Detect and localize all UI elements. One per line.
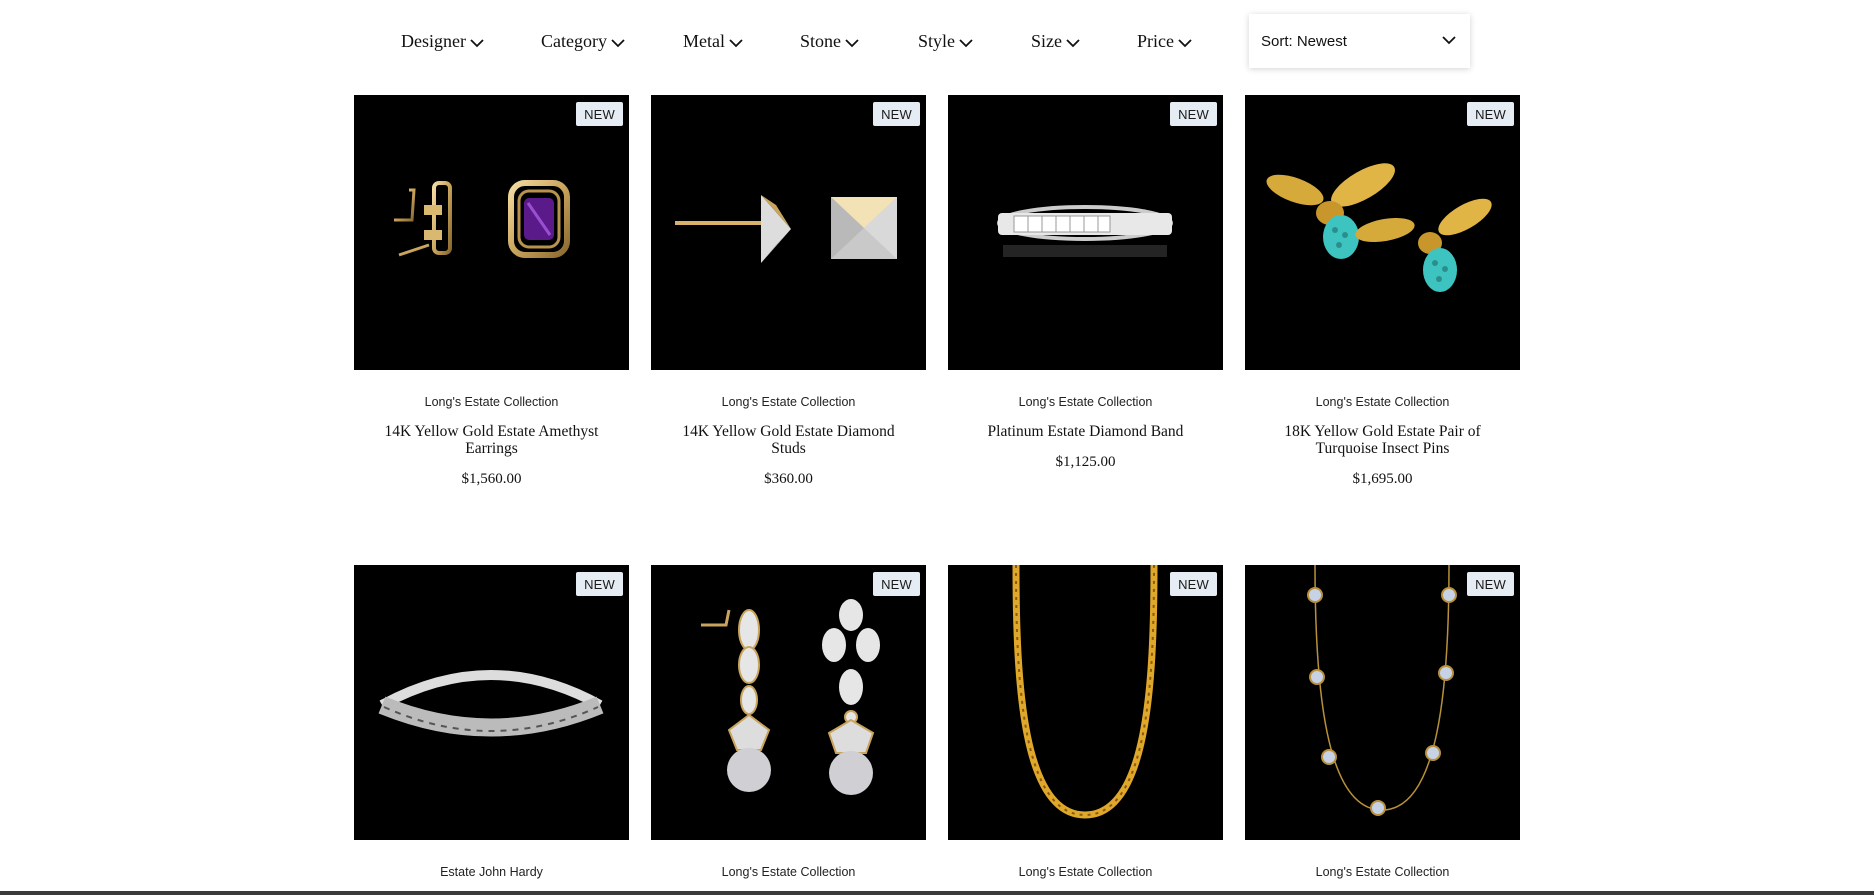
chevron-down-icon: [729, 32, 743, 53]
filter-style[interactable]: Style: [918, 14, 973, 68]
chevron-down-icon: [1442, 32, 1456, 50]
product-image-diamond-studs[interactable]: NEW: [651, 95, 926, 370]
chevron-down-icon: [845, 32, 859, 53]
new-badge: NEW: [576, 572, 623, 596]
product-listing-page: Designer Category Metal Stone Style Size…: [0, 0, 1874, 895]
product-image-pearl-drop-earrings[interactable]: NEW: [651, 565, 926, 840]
product-image-turquoise-insect-pins[interactable]: NEW: [1245, 95, 1520, 370]
product-card[interactable]: NEW Long's Estate Collection 14K Yellow …: [651, 95, 926, 488]
product-title[interactable]: Platinum Estate Diamond Band: [971, 423, 1201, 440]
filter-bar: Designer Category Metal Stone Style Size…: [0, 14, 1874, 68]
product-designer: Long's Estate Collection: [1315, 395, 1450, 409]
filter-designer-label: Designer: [401, 30, 466, 51]
product-image-gold-rope-chain[interactable]: NEW: [948, 565, 1223, 840]
sort-label: Sort: Newest: [1261, 32, 1347, 50]
product-designer: Long's Estate Collection: [721, 395, 856, 409]
product-title[interactable]: 18K Yellow Gold Estate Pair of Turquoise…: [1268, 423, 1498, 457]
new-badge: NEW: [576, 102, 623, 126]
product-designer: Long's Estate Collection: [721, 865, 856, 879]
new-badge: NEW: [1467, 102, 1514, 126]
sort-dropdown[interactable]: Sort: Newest: [1249, 14, 1470, 68]
product-designer: Long's Estate Collection: [424, 395, 559, 409]
filter-stone-label: Stone: [800, 30, 842, 51]
chevron-down-icon: [959, 32, 973, 53]
product-price: $1,695.00: [1352, 471, 1413, 487]
new-badge: NEW: [1170, 572, 1217, 596]
filter-size[interactable]: Size: [1031, 14, 1080, 68]
product-title[interactable]: 14K Yellow Gold Estate Diamond Studs: [674, 423, 904, 457]
filter-designer[interactable]: Designer: [401, 14, 484, 68]
product-designer: Long's Estate Collection: [1315, 865, 1450, 879]
filter-metal-label: Metal: [683, 30, 725, 51]
filter-stone[interactable]: Stone: [800, 14, 859, 68]
filter-category-label: Category: [541, 30, 607, 51]
product-card[interactable]: NEW Estate John Hardy: [354, 565, 629, 879]
filter-price[interactable]: Price: [1137, 14, 1192, 68]
filter-category[interactable]: Category: [541, 14, 625, 68]
product-price: $1,560.00: [461, 471, 522, 487]
product-card[interactable]: NEW Long's Estate Collection: [1245, 565, 1520, 879]
product-card[interactable]: NEW Long's Estate Collection: [948, 565, 1223, 879]
product-card[interactable]: NEW Long's Estate Collection Platinum Es…: [948, 95, 1223, 471]
product-title[interactable]: 14K Yellow Gold Estate Amethyst Earrings: [377, 423, 607, 457]
product-card[interactable]: NEW Long's Estate Collection 14K Yellow …: [354, 95, 629, 488]
product-image-amethyst-earrings[interactable]: NEW: [354, 95, 629, 370]
new-badge: NEW: [873, 102, 920, 126]
window-bottom-edge: [0, 891, 1874, 895]
product-designer: Long's Estate Collection: [1018, 395, 1153, 409]
new-badge: NEW: [873, 572, 920, 596]
product-price: $1,125.00: [1055, 454, 1116, 470]
chevron-down-icon: [470, 32, 484, 53]
product-designer: Estate John Hardy: [440, 865, 543, 879]
product-image-diamond-band[interactable]: NEW: [948, 95, 1223, 370]
filter-size-label: Size: [1031, 30, 1062, 51]
product-card[interactable]: NEW Long's Estate Collection 18K Yellow …: [1245, 95, 1520, 488]
chevron-down-icon: [1066, 32, 1080, 53]
product-price: $360.00: [764, 471, 813, 487]
chevron-down-icon: [611, 32, 625, 53]
new-badge: NEW: [1467, 572, 1514, 596]
filter-price-label: Price: [1137, 30, 1174, 51]
chevron-down-icon: [1178, 32, 1192, 53]
new-badge: NEW: [1170, 102, 1217, 126]
product-image-silver-cuff-bracelet[interactable]: NEW: [354, 565, 629, 840]
product-image-moonstone-station-necklace[interactable]: NEW: [1245, 565, 1520, 840]
filter-style-label: Style: [918, 30, 956, 51]
filter-metal[interactable]: Metal: [683, 14, 743, 68]
product-card[interactable]: NEW Long's Estate Collection: [651, 565, 926, 879]
product-designer: Long's Estate Collection: [1018, 865, 1153, 879]
